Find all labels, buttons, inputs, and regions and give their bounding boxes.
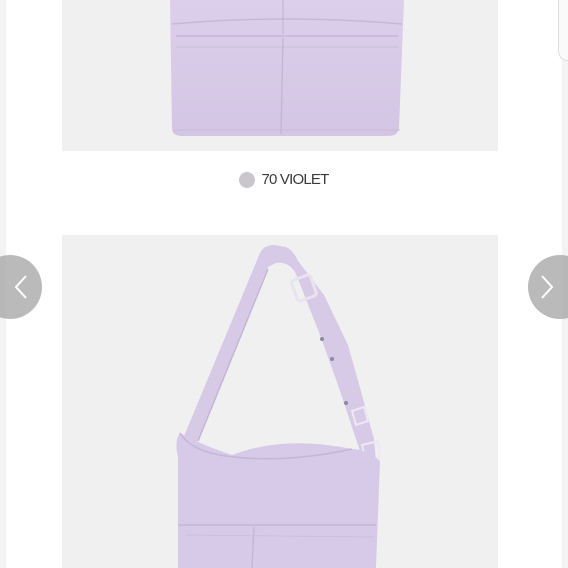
adjacent-panel-corner <box>558 0 568 61</box>
product-photo-bottom <box>62 235 498 568</box>
hobo-bag-image <box>176 245 382 568</box>
carousel-prev-button[interactable] <box>0 255 42 319</box>
chevron-right-icon <box>528 274 554 300</box>
carousel-next-button[interactable] <box>528 255 568 319</box>
product-photo-top <box>62 0 498 151</box>
color-name-label: 70 VIOLET <box>261 171 329 188</box>
color-option-caption: 70 VIOLET <box>0 171 568 188</box>
tote-bag-image <box>170 0 404 136</box>
color-swatch <box>239 171 256 188</box>
chevron-left-icon <box>14 274 42 300</box>
